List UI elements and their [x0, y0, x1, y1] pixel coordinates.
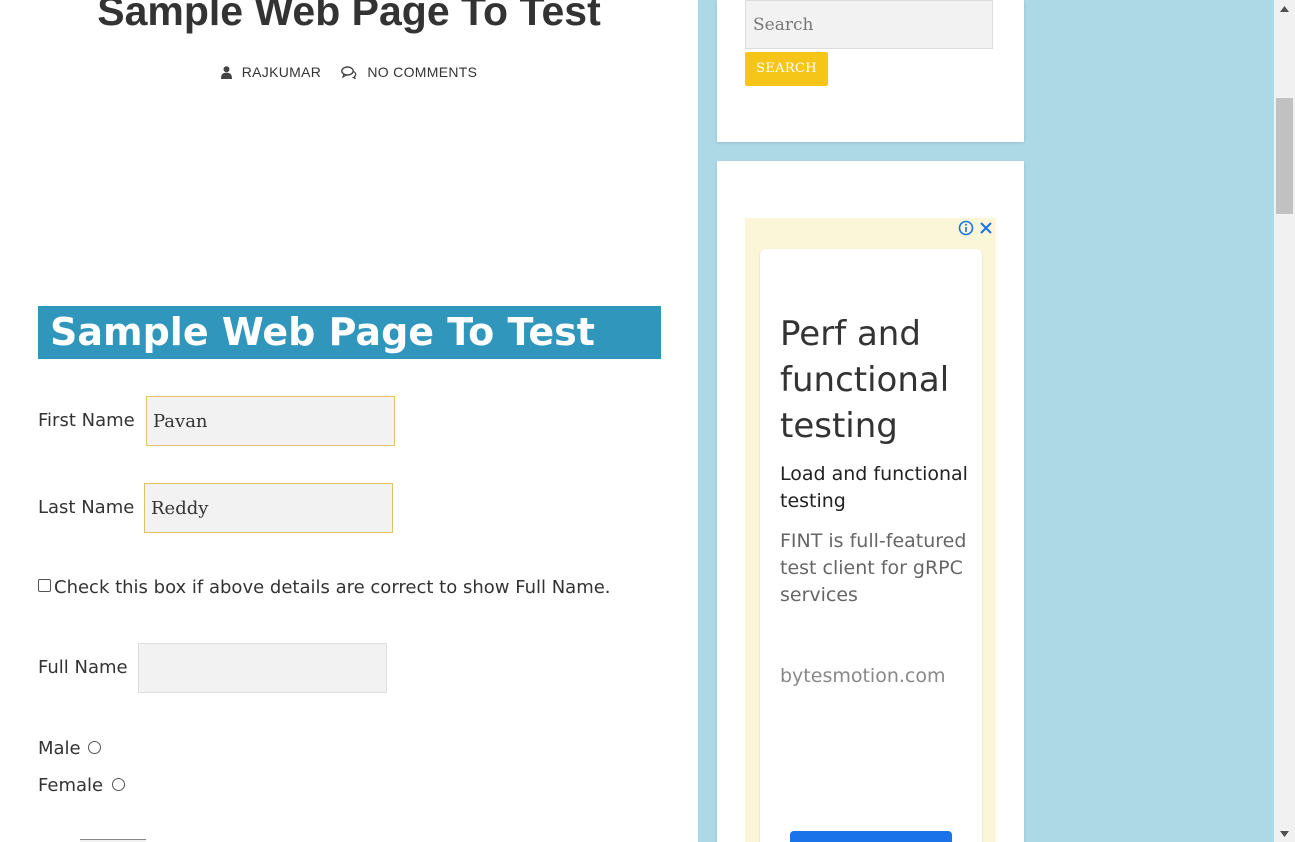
- scroll-down-button[interactable]: [1274, 825, 1295, 842]
- comments-link[interactable]: NO COMMENTS: [341, 64, 477, 80]
- gender-female-label: Female: [38, 775, 104, 796]
- comments-count: NO COMMENTS: [367, 64, 478, 80]
- ad-controls: [958, 220, 994, 236]
- user-icon: [220, 65, 232, 79]
- checkbox-label: Check this box if above details are corr…: [54, 577, 611, 598]
- scroll-thumb[interactable]: [1276, 98, 1293, 214]
- main-content: Sample Web Page To Test RAJKUMAR NO COMM…: [0, 0, 698, 842]
- first-name-label: First Name: [38, 410, 135, 431]
- ad-info-icon[interactable]: [958, 220, 974, 236]
- gender-male-label: Male: [38, 738, 81, 759]
- details-correct-checkbox[interactable]: [38, 579, 51, 592]
- ad-subheadline: Load and functional testing: [780, 463, 968, 512]
- ad-cta-button[interactable]: [790, 831, 952, 842]
- last-name-label: Last Name: [38, 497, 135, 518]
- ad-domain: bytesmotion.com: [780, 665, 946, 687]
- first-name-input[interactable]: [146, 396, 395, 446]
- full-name-label: Full Name: [38, 657, 128, 678]
- ad-headline: Perf and functional testing: [780, 314, 950, 446]
- scroll-up-icon: [1280, 5, 1289, 12]
- post-meta: RAJKUMAR NO COMMENTS: [0, 64, 698, 82]
- gender-male-radio[interactable]: [88, 741, 101, 754]
- last-name-input[interactable]: [144, 483, 393, 533]
- search-button[interactable]: SEARCH: [745, 52, 828, 86]
- ad-close-icon[interactable]: [978, 220, 994, 236]
- search-input[interactable]: Search: [745, 0, 993, 49]
- page-title: Sample Web Page To Test: [97, 0, 601, 34]
- gender-female-radio[interactable]: [112, 778, 125, 791]
- full-name-input[interactable]: [138, 643, 387, 693]
- vertical-scrollbar[interactable]: [1274, 0, 1295, 842]
- scroll-down-icon: [1280, 830, 1289, 837]
- ad-card[interactable]: Perf and functional testing Load and fun…: [760, 249, 982, 842]
- ad-description: FINT is full-featured test client for gR…: [780, 530, 967, 606]
- author-link[interactable]: RAJKUMAR: [220, 64, 322, 80]
- author-name: RAJKUMAR: [241, 64, 322, 80]
- scroll-up-button[interactable]: [1274, 0, 1295, 17]
- comments-icon: [341, 65, 357, 79]
- advertisement[interactable]: Perf and functional testing Load and fun…: [745, 218, 996, 842]
- form-banner-heading: Sample Web Page To Test: [38, 306, 661, 359]
